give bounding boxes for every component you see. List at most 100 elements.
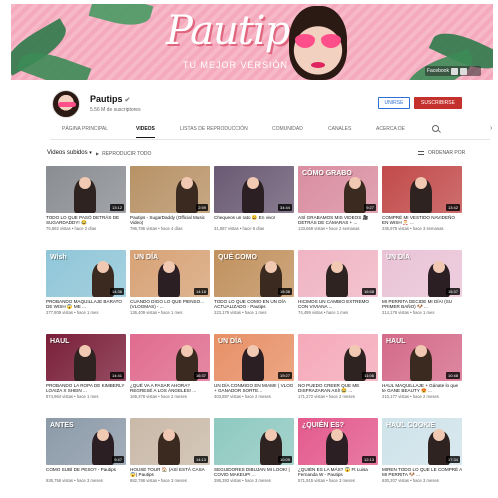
video-card[interactable]: UN DÍA 19:27 UN DÍA CONMIGO EN MIAMI! ( VL… <box>214 334 294 399</box>
video-title[interactable]: CUANDO DIGO LO QUE PIENSO... (VLOGMAS) -… <box>130 299 210 310</box>
video-title[interactable]: Pautips - SugarDaddy (Official Music Vid… <box>130 215 210 226</box>
video-card[interactable]: 13:12 TODO LO QUE PASÓ DETRÁS DE SUGARDAD… <box>46 166 126 231</box>
video-card[interactable]: 10:09 SEGUIDORES DIBUJAN MI LOOK! | COVID… <box>214 418 294 483</box>
video-title[interactable]: Chequeos un rato 😄 En vivo! <box>214 215 294 226</box>
video-title[interactable]: ¿QUIÉN ES LA MÁS? 😱 Ft Luisa Fernanda W … <box>298 467 378 478</box>
video-thumbnail[interactable]: ANTES 9:47 <box>46 418 126 465</box>
video-card[interactable]: ¿QUIÉN ES? 12:13 ¿QUIÉN ES LA MÁS? 😱 Ft Lu… <box>298 418 378 483</box>
video-title[interactable]: HAUL MAQUILLAJE + Gánate lo que te GANE … <box>382 383 462 394</box>
video-title[interactable]: TODO LO QUE PASÓ DETRÁS DE SUGARDADDY! 😂 <box>46 215 126 226</box>
tab-home[interactable]: PÁGINA PRINCIPAL <box>62 126 108 138</box>
video-card[interactable]: Wish 14:36 PROBANDO MAQUILLAJE BARATO DE W… <box>46 250 126 315</box>
channel-banner: Pautips TU MEJOR VERSIÓN Facebook <box>11 4 493 80</box>
video-thumbnail[interactable]: HAUL 10:48 <box>382 334 462 381</box>
video-title[interactable]: MI PERRITA DECIDE MI DÍA! (SU PRIMER BAÑ… <box>382 299 462 310</box>
video-title[interactable]: TODO LO QUE COMO EN UN DÍA ACTUALIZADO -… <box>214 299 294 310</box>
video-duration: 16:58 <box>361 288 376 295</box>
tab-playlists[interactable]: LISTAS DE REPRODUCCIÓN <box>180 126 248 138</box>
thumbnail-overlay-text: HAUL COOKIE <box>386 422 435 429</box>
video-meta: 74,499 vistas • hace 1 mes <box>298 310 349 315</box>
video-thumbnail[interactable]: UN DÍA 14:18 <box>130 250 210 297</box>
video-thumbnail[interactable]: 11:06 <box>298 334 378 381</box>
video-thumbnail[interactable]: 16:58 <box>298 250 378 297</box>
video-card[interactable]: 2:59 Pautips - SugarDaddy (Official Music… <box>130 166 210 231</box>
video-title[interactable]: ¿QUÉ VA A PASAR AHORA? REGRESÉ A LOS ÁNG… <box>130 383 210 394</box>
video-title[interactable]: MIREN TODO LO QUE LE COMPRÉ A MI PERRITA… <box>382 467 462 478</box>
sort-button[interactable]: ORDENAR POR <box>418 150 465 156</box>
instagram-icon[interactable] <box>450 67 458 75</box>
video-thumbnail[interactable]: UN DÍA 15:37 <box>382 250 462 297</box>
video-title[interactable]: COMPRÉ MI VESTIDO NAVIDEÑO EN WISH 🎅 ... <box>382 215 462 226</box>
subscriber-count: 5.56 M de suscriptores <box>90 107 141 113</box>
video-card[interactable]: 13:42 COMPRÉ MI VESTIDO NAVIDEÑO EN WISH … <box>382 166 462 231</box>
video-thumbnail[interactable]: HAUL COOKIE 17:34 <box>382 418 462 465</box>
video-thumbnail[interactable]: UN DÍA 19:27 <box>214 334 294 381</box>
video-thumbnail[interactable]: ¿QUIÉN ES? 12:13 <box>298 418 378 465</box>
video-card[interactable]: HAUL COOKIE 17:34 MIREN TODO LO QUE LE COM… <box>382 418 462 483</box>
video-meta: 210,177 vistas • hace 2 meses <box>382 394 439 399</box>
thumbnail-overlay-text: HAUL <box>386 338 406 345</box>
video-card[interactable]: 34:44 Chequeos un rato 😄 En vivo! 31,087 v… <box>214 166 294 231</box>
video-thumbnail[interactable]: QUÉ COMO 15:36 <box>214 250 294 297</box>
video-meta: 214,176 vistas • hace 1 mes <box>382 310 435 315</box>
video-duration: 10:09 <box>277 456 292 463</box>
video-thumbnail[interactable]: Wish 14:36 <box>46 250 126 297</box>
video-card[interactable]: HAUL 10:48 HAUL MAQUILLAJE + Gánate lo que… <box>382 334 462 399</box>
video-thumbnail[interactable]: 2:59 <box>130 166 210 213</box>
video-meta: 682,786 vistas • hace 3 meses <box>130 478 187 483</box>
chevron-right-icon[interactable]: › <box>490 125 492 132</box>
video-thumbnail[interactable]: HAUL 14:41 <box>46 334 126 381</box>
video-title[interactable]: HICIMOS UN CAMBIO EXTREMO CON VIVIANA ..… <box>298 299 378 310</box>
video-thumbnail[interactable]: 13:12 <box>46 166 126 213</box>
tab-community[interactable]: COMUNIDAD <box>272 126 303 138</box>
thumbnail-overlay-text: UN DÍA <box>134 254 159 261</box>
video-meta: 403,887 vistas • hace 2 meses <box>214 394 271 399</box>
video-thumbnail[interactable]: 13:42 <box>382 166 462 213</box>
video-meta: 223,179 vistas • hace 1 mes <box>214 310 267 315</box>
video-thumbnail[interactable]: 14:13 <box>130 418 210 465</box>
video-title[interactable]: COMO SUBÍ DE PESO? - Pautips <box>46 467 126 478</box>
social-links[interactable]: Facebook <box>425 66 481 76</box>
video-meta: 31,087 vistas • hace 6 días <box>214 226 265 231</box>
thumbnail-overlay-text: CÓMO GRABO <box>302 170 352 177</box>
video-title[interactable]: HOUSE TOUR 🏠 (ASÍ ESTÁ CASA 😱) Pautips <box>130 467 210 478</box>
video-thumbnail[interactable]: 10:09 <box>214 418 294 465</box>
video-card[interactable]: ANTES 9:47 COMO SUBÍ DE PESO? - Pautips 938… <box>46 418 126 483</box>
video-title[interactable]: UN DÍA CONMIGO EN MIAMI! ( VLOG + GANADO… <box>214 383 294 394</box>
tab-about[interactable]: ACERCA DE <box>376 126 405 138</box>
video-title[interactable]: PROBANDO MAQUILLAJE BARATO DE WISH 😱 ME … <box>46 299 126 310</box>
video-card[interactable]: UN DÍA 14:18 CUANDO DIGO LO QUE PIENSO... … <box>130 250 210 315</box>
video-card[interactable]: UN DÍA 15:37 MI PERRITA DECIDE MI DÍA! (SU… <box>382 250 462 315</box>
thumbnail-person <box>158 261 180 297</box>
video-title[interactable]: NO PUEDO CREER QUE ME DISFRAZARAN ASÍ! 😂… <box>298 383 378 394</box>
twitter-icon[interactable] <box>459 67 467 75</box>
video-duration: 11:06 <box>362 372 376 379</box>
video-duration: 10:48 <box>445 372 460 379</box>
channel-avatar[interactable] <box>52 90 80 118</box>
join-button[interactable]: UNIRSE <box>378 97 410 109</box>
video-card[interactable]: 14:13 HOUSE TOUR 🏠 (ASÍ ESTÁ CASA 😱) Paut… <box>130 418 210 483</box>
thumbnail-overlay-text: UN DÍA <box>218 338 243 345</box>
video-title[interactable]: ASÍ GRABAMOS MIS VIDEOS 🎥 DETRÁS DE CÁMA… <box>298 215 378 226</box>
thumbnail-person <box>242 345 264 381</box>
search-icon[interactable] <box>432 125 439 132</box>
uploads-dropdown[interactable]: Videos subidos ▾ <box>47 150 92 156</box>
video-card[interactable]: CÓMO GRABO 9:27 ASÍ GRABAMOS MIS VIDEOS 🎥 … <box>298 166 378 231</box>
video-meta: 630,207 vistas • hace 3 meses <box>382 478 439 483</box>
video-thumbnail[interactable]: CÓMO GRABO 9:27 <box>298 166 378 213</box>
tab-videos[interactable]: VIDEOS <box>136 126 155 138</box>
video-card[interactable]: HAUL 14:41 PROBANDO LA ROPA DE KIMBERLY LO… <box>46 334 126 399</box>
video-title[interactable]: SEGUIDORES DIBUJAN MI LOOK! | COVID MAKE… <box>214 467 294 478</box>
video-card[interactable]: 11:06 NO PUEDO CREER QUE ME DISFRAZARAN A… <box>298 334 378 399</box>
play-all-button[interactable]: REPRODUCIR TODO <box>96 151 151 157</box>
video-card[interactable]: 16:58 HICIMOS UN CAMBIO EXTREMO CON VIVIA… <box>298 250 378 315</box>
facebook-link[interactable]: Facebook <box>427 68 449 75</box>
tab-channels[interactable]: CANALES <box>328 126 351 138</box>
video-card[interactable]: 16:37 ¿QUÉ VA A PASAR AHORA? REGRESÉ A LO… <box>130 334 210 399</box>
video-thumbnail[interactable]: 34:44 <box>214 166 294 213</box>
video-thumbnail[interactable]: 16:37 <box>130 334 210 381</box>
video-title[interactable]: PROBANDO LA ROPA DE KIMBERLY LOAIZA X SH… <box>46 383 126 394</box>
video-duration: 17:34 <box>445 456 460 463</box>
subscribe-button[interactable]: SUSCRIBIRSE <box>414 97 462 109</box>
video-card[interactable]: QUÉ COMO 15:36 TODO LO QUE COMO EN UN DÍA … <box>214 250 294 315</box>
